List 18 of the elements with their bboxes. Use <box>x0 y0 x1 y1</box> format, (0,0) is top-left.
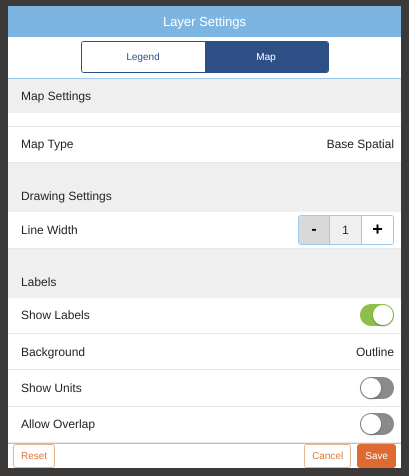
toggle-switch[interactable] <box>360 304 394 326</box>
section-title: Labels <box>21 274 56 289</box>
row-label: Show Labels <box>21 308 91 322</box>
row-value[interactable]: Base Spatial <box>326 137 394 152</box>
tab[interactable]: Map <box>204 42 328 72</box>
row-label: Background <box>21 344 86 359</box>
row-label: Line Width <box>21 222 79 237</box>
toggle-switch[interactable] <box>360 377 394 400</box>
row-label: Allow Overlap <box>21 417 96 432</box>
decrement-button[interactable]: - <box>299 216 330 244</box>
toggle-switch[interactable] <box>360 413 394 436</box>
row-value[interactable]: Outline <box>356 344 394 359</box>
row-label: Show Units <box>21 381 83 396</box>
stepper-value: 1 <box>330 216 362 244</box>
window-title: Layer Settings <box>162 14 246 30</box>
row-label: Map Type <box>21 137 74 152</box>
section-title: Map Settings <box>21 89 92 104</box>
section-title: Drawing Settings <box>21 189 112 204</box>
